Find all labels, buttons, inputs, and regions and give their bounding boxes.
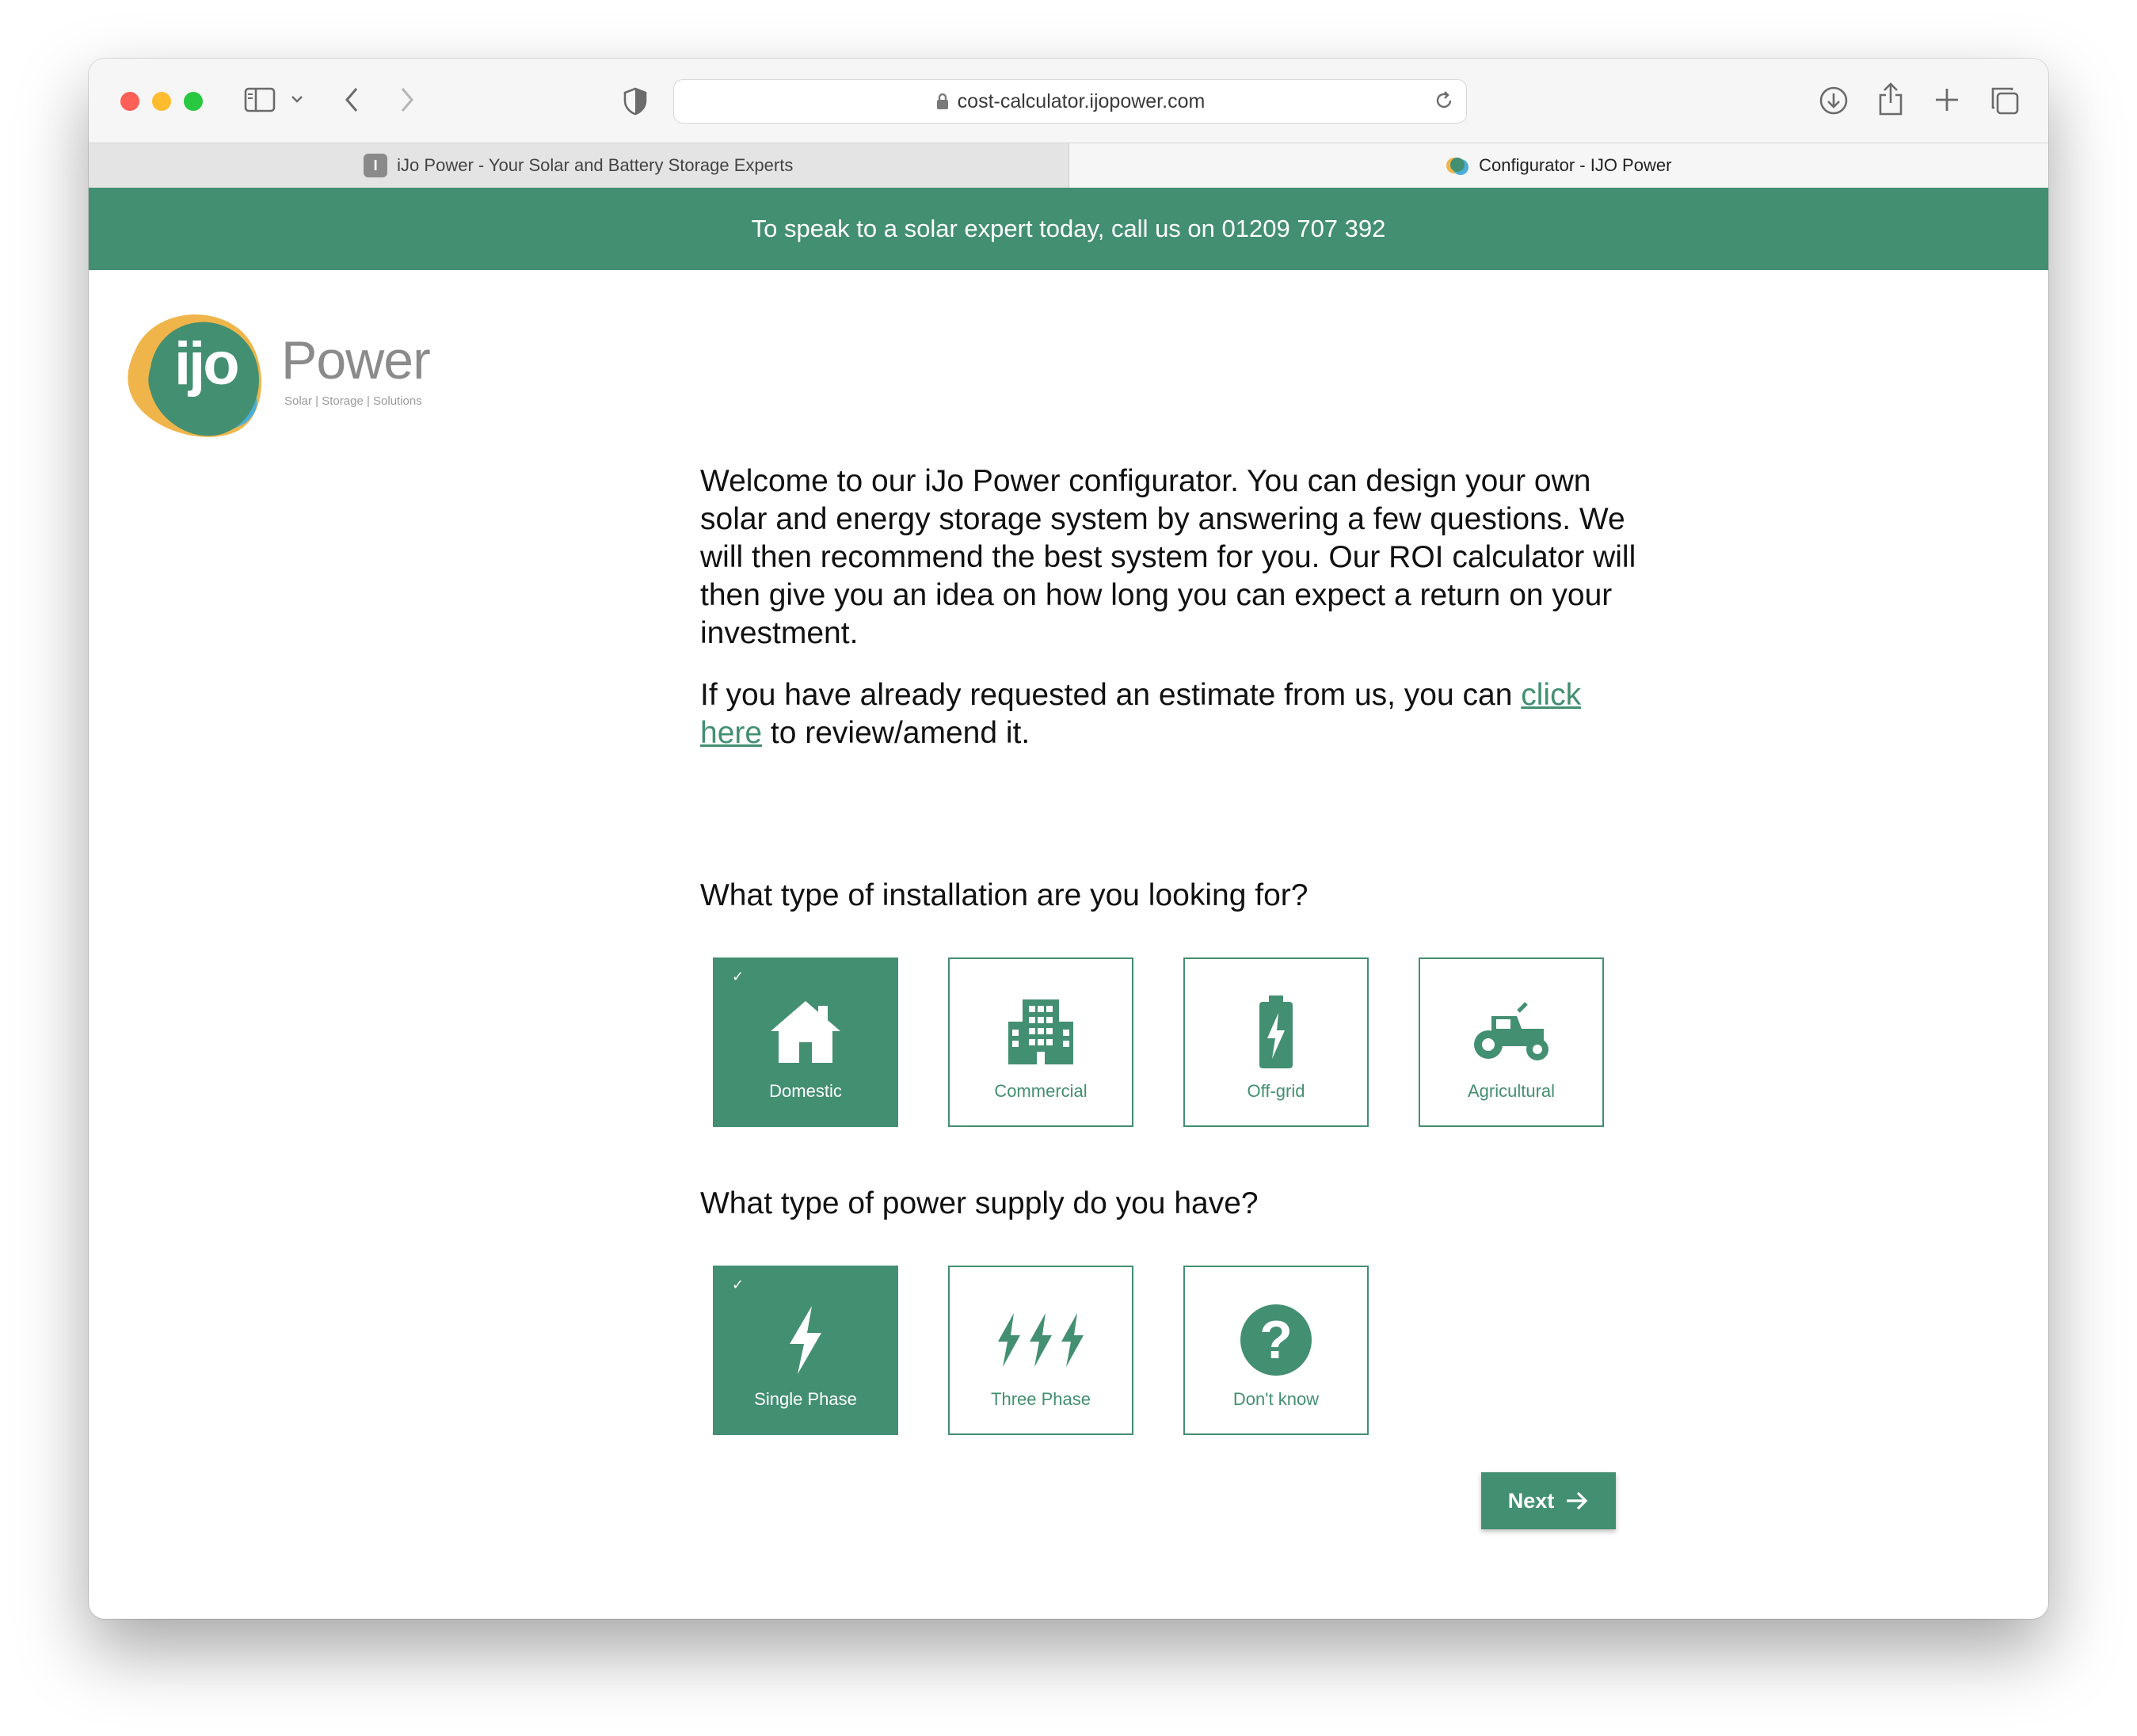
estimate-paragraph: If you have already requested an estimat… xyxy=(700,676,1651,752)
close-window-button[interactable] xyxy=(120,92,139,111)
next-button-label: Next xyxy=(1507,1488,1555,1513)
reload-icon[interactable] xyxy=(1433,89,1455,117)
check-icon: ✓ xyxy=(732,969,745,984)
ijo-favicon-icon xyxy=(1446,154,1469,177)
tab-bar: I iJo Power - Your Solar and Battery Sto… xyxy=(89,143,2048,188)
download-icon[interactable] xyxy=(1819,86,1849,116)
lock-icon xyxy=(935,92,950,111)
question-icon: ? xyxy=(1239,1302,1313,1378)
bolt-icon xyxy=(785,1302,826,1378)
tab-title: iJo Power - Your Solar and Battery Stora… xyxy=(397,155,794,175)
contact-banner: To speak to a solar expert today, call u… xyxy=(89,188,2048,270)
next-button[interactable]: Next xyxy=(1481,1472,1616,1529)
building-icon xyxy=(1005,994,1076,1070)
arrow-right-icon xyxy=(1565,1490,1589,1511)
ijo-power-logo[interactable]: ijo Power Solar | Storage | Solutions xyxy=(119,296,451,447)
option-commercial[interactable]: Commercial xyxy=(948,957,1133,1127)
option-three-phase[interactable]: Three Phase xyxy=(948,1266,1133,1435)
installation-options: ✓ Domestic Commercial Off-grid Agricultu… xyxy=(713,957,1604,1127)
house-icon xyxy=(768,994,844,1070)
browser-toolbar: cost-calculator.ijopower.com xyxy=(89,59,2048,143)
chevron-down-icon[interactable] xyxy=(290,93,304,105)
tab-overview-icon[interactable] xyxy=(1990,86,2020,116)
contact-banner-text: To speak to a solar expert today, call u… xyxy=(751,215,1386,242)
option-single-phase[interactable]: ✓ Single Phase xyxy=(713,1266,898,1435)
power-supply-options: ✓ Single Phase Three Phase ? Don't know xyxy=(713,1266,1369,1435)
url-text: cost-calculator.ijopower.com xyxy=(957,89,1206,112)
option-label: Don't know xyxy=(1232,1389,1320,1409)
tractor-icon xyxy=(1468,994,1555,1070)
battery-bolt-icon xyxy=(1256,994,1296,1070)
power-supply-question: What type of power supply do you have? xyxy=(700,1186,1259,1220)
back-icon[interactable] xyxy=(342,86,361,114)
zoom-window-button[interactable] xyxy=(184,92,203,111)
option-domestic[interactable]: ✓ Domestic xyxy=(713,957,898,1127)
sidebar-toggle-icon[interactable] xyxy=(244,87,276,112)
browser-window: cost-calculator.ijopower.com I iJo Power… xyxy=(89,59,2048,1619)
option-label: Commercial xyxy=(994,1081,1088,1101)
logo-wordmark: Power xyxy=(281,330,431,390)
option-label: Off-grid xyxy=(1247,1081,1305,1101)
forward-icon[interactable] xyxy=(398,86,417,114)
intro-paragraph: Welcome to our iJo Power configurator. Y… xyxy=(700,464,1636,650)
tab-configurator[interactable]: Configurator - IJO Power xyxy=(1068,143,2048,188)
tab-title: Configurator - IJO Power xyxy=(1479,155,1672,175)
check-icon: ✓ xyxy=(732,1277,745,1292)
address-bar[interactable]: cost-calculator.ijopower.com xyxy=(673,79,1467,124)
option-dont-know[interactable]: ? Don't know xyxy=(1183,1266,1369,1435)
installation-question: What type of installation are you lookin… xyxy=(700,878,1308,912)
tab-favicon: I xyxy=(364,154,388,177)
privacy-shield-icon[interactable] xyxy=(623,87,648,116)
triple-bolt-icon xyxy=(995,1302,1087,1378)
estimate-text: If you have already requested an estimat… xyxy=(700,678,1522,712)
logo-ijo-text: ijo xyxy=(174,330,240,398)
logo-tagline: Solar | Storage | Solutions xyxy=(284,394,422,408)
option-label: Domestic xyxy=(769,1081,842,1101)
option-off-grid[interactable]: Off-grid xyxy=(1183,957,1369,1127)
estimate-text-end: to review/amend it. xyxy=(762,716,1030,750)
option-agricultural[interactable]: Agricultural xyxy=(1419,957,1604,1127)
option-label: Agricultural xyxy=(1467,1081,1556,1101)
configurator-content: Welcome to our iJo Power configurator. Y… xyxy=(700,463,1651,1529)
share-icon[interactable] xyxy=(1877,82,1904,116)
minimize-window-button[interactable] xyxy=(152,92,171,111)
tab-ijo-power-home[interactable]: I iJo Power - Your Solar and Battery Sto… xyxy=(89,143,1069,188)
new-tab-icon[interactable] xyxy=(1934,87,1960,112)
option-label: Single Phase xyxy=(754,1389,857,1409)
svg-text:?: ? xyxy=(1259,1310,1293,1370)
option-label: Three Phase xyxy=(991,1389,1091,1409)
